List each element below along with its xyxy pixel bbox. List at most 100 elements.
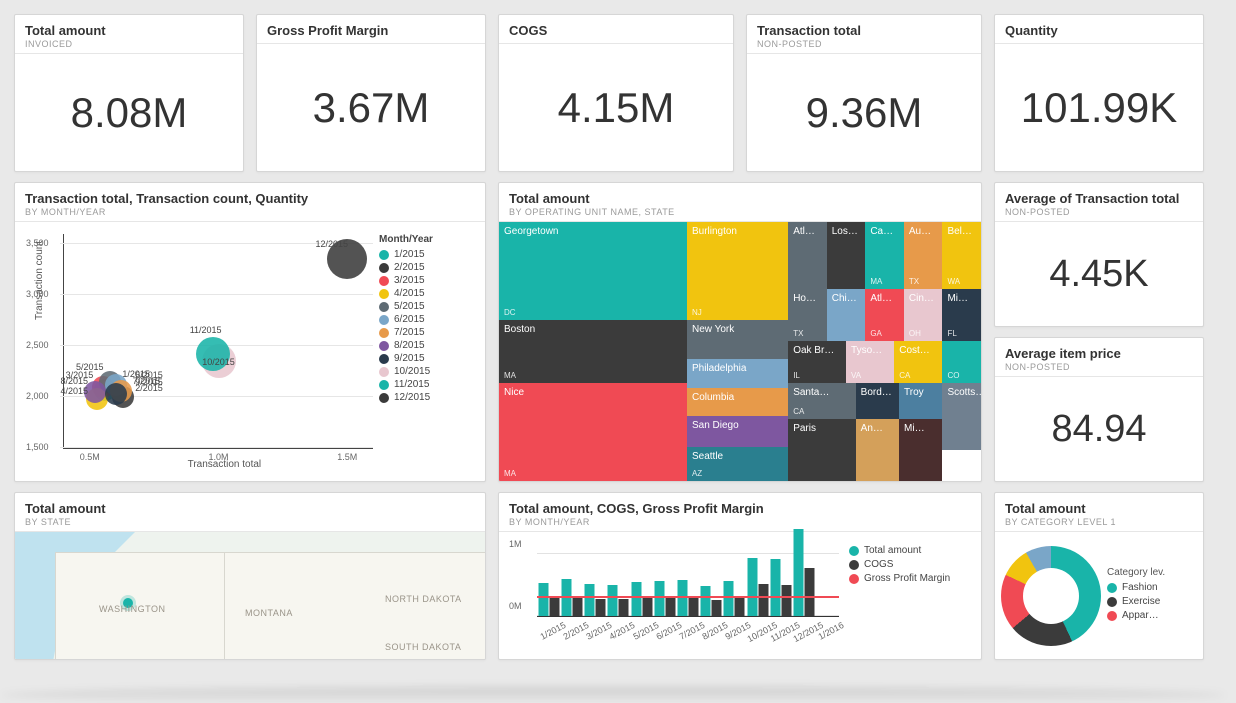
bar[interactable] [654, 581, 664, 616]
bar[interactable] [724, 581, 734, 616]
bar[interactable] [712, 600, 722, 616]
treemap-cell[interactable]: Au…TX [904, 222, 943, 289]
legend-item[interactable]: Appar… [1107, 610, 1197, 621]
treemap-cell[interactable]: BostonMA [499, 320, 687, 382]
barline-plot[interactable]: 0M1M1/20152/20153/20154/20155/20156/2015… [537, 542, 839, 617]
bar-group[interactable] [794, 529, 815, 617]
legend-item[interactable]: 6/2015 [379, 314, 475, 325]
bar-group[interactable] [538, 583, 559, 616]
bar-group[interactable] [724, 581, 745, 616]
bar[interactable] [585, 584, 595, 616]
legend-item[interactable]: 8/2015 [379, 340, 475, 351]
bar[interactable] [747, 558, 757, 616]
treemap-cell[interactable]: GeorgetownDC [499, 222, 687, 320]
kpi-avg-item-price[interactable]: Average item price NON-POSTED 84.94 [994, 337, 1204, 482]
kpi-transaction-total[interactable]: Transaction total NON-POSTED 9.36M [746, 14, 982, 172]
treemap-cell[interactable]: Santa…CA [788, 383, 855, 419]
bar[interactable] [701, 586, 711, 616]
bar[interactable] [619, 599, 629, 616]
bar-group[interactable] [747, 558, 768, 616]
legend-item[interactable]: 10/2015 [379, 366, 475, 377]
bar[interactable] [735, 597, 745, 616]
treemap-body[interactable]: GeorgetownDCBostonMANiceMABurlingtonNJNe… [499, 222, 981, 481]
bar-group[interactable] [561, 579, 582, 616]
kpi-gross-profit-margin[interactable]: Gross Profit Margin 3.67M [256, 14, 486, 172]
treemap-cell[interactable]: Columbia [687, 388, 788, 416]
bar[interactable] [781, 585, 791, 617]
treemap-cell[interactable]: Cin…OH [904, 289, 943, 341]
legend-item[interactable]: 2/2015 [379, 262, 475, 273]
bar[interactable] [538, 583, 548, 616]
bar-group[interactable] [585, 584, 606, 616]
treemap-cell[interactable]: Paris [788, 419, 855, 481]
bar[interactable] [770, 559, 780, 616]
bar[interactable] [689, 596, 699, 616]
treemap-cell[interactable]: Scotts… [942, 383, 981, 450]
treemap-cell[interactable]: Cost…CA [894, 341, 942, 382]
treemap-cell[interactable]: CO [942, 341, 981, 382]
kpi-quantity[interactable]: Quantity 101.99K [994, 14, 1204, 172]
donut-ring[interactable] [1001, 546, 1101, 646]
legend-item[interactable]: 4/2015 [379, 288, 475, 299]
map-body[interactable]: WASHINGTON MONTANA NORTH DAKOTA SOUTH DA… [15, 532, 485, 659]
treemap-cell[interactable]: Philadelphia [687, 359, 788, 387]
bar[interactable] [805, 568, 815, 616]
bar-group[interactable] [678, 580, 699, 616]
legend-item[interactable]: 7/2015 [379, 327, 475, 338]
bar-group[interactable] [701, 586, 722, 616]
chart-treemap[interactable]: Total amount BY OPERATING UNIT NAME, STA… [498, 182, 982, 482]
treemap-cell[interactable]: SeattleAZ [687, 447, 788, 481]
legend-item[interactable]: Exercise [1107, 596, 1197, 607]
bar[interactable] [561, 579, 571, 616]
chart-map[interactable]: Total amount BY STATE WASHINGTON MONTANA… [14, 492, 486, 660]
bar[interactable] [596, 599, 606, 617]
kpi-avg-transaction-total[interactable]: Average of Transaction total NON-POSTED … [994, 182, 1204, 327]
treemap-cell[interactable]: Mi… [899, 419, 942, 481]
bar-group[interactable] [654, 581, 675, 616]
bar-group[interactable] [608, 585, 629, 616]
treemap-cell[interactable]: Bel…WA [942, 222, 981, 289]
treemap-cell[interactable]: Chi… [827, 289, 866, 341]
treemap-cell[interactable]: Los… [827, 222, 866, 289]
legend-item[interactable]: 12/2015 [379, 392, 475, 403]
treemap-cell[interactable]: Bord… [856, 383, 899, 419]
treemap-cell[interactable]: Mi…FL [942, 289, 981, 341]
legend-item[interactable]: 1/2015 [379, 249, 475, 260]
treemap-cell[interactable]: Troy [899, 383, 942, 419]
barline-legend: Total amount COGS Gross Profit Margin [843, 538, 973, 657]
treemap-cell[interactable]: Ca…MA [865, 222, 904, 289]
bar-group[interactable] [631, 582, 652, 616]
bar[interactable] [572, 596, 582, 616]
bar[interactable] [549, 598, 559, 616]
bar[interactable] [631, 582, 641, 616]
legend-item[interactable]: 3/2015 [379, 275, 475, 286]
legend-item[interactable]: 9/2015 [379, 353, 475, 364]
treemap-cell[interactable]: Ho…TX [788, 289, 827, 341]
legend-item[interactable]: 5/2015 [379, 301, 475, 312]
bar[interactable] [642, 597, 652, 616]
treemap-cell[interactable]: Atl…GA [865, 289, 904, 341]
kpi-cogs[interactable]: COGS 4.15M [498, 14, 734, 172]
treemap-cell[interactable]: New York [687, 320, 788, 359]
bar[interactable] [665, 597, 675, 616]
legend-item[interactable]: 11/2015 [379, 379, 475, 390]
bar[interactable] [758, 584, 768, 616]
bar[interactable] [794, 529, 804, 617]
treemap-cell[interactable]: Tyso…VA [846, 341, 894, 382]
bar[interactable] [678, 580, 688, 616]
treemap-cell[interactable]: Oak Br…IL [788, 341, 846, 382]
treemap-cell[interactable]: San Diego [687, 416, 788, 447]
treemap-cell[interactable]: Atl… [788, 222, 827, 289]
kpi-total-amount[interactable]: Total amount INVOICED 8.08M [14, 14, 244, 172]
bubble-plot[interactable]: Transaction count Transaction total 1,50… [63, 234, 373, 449]
bubble-point[interactable] [105, 383, 127, 405]
chart-donut[interactable]: Total amount BY CATEGORY LEVEL 1 Categor… [994, 492, 1204, 660]
treemap-cell[interactable]: NiceMA [499, 383, 687, 481]
legend-item[interactable]: Fashion [1107, 582, 1197, 593]
bar-group[interactable] [770, 559, 791, 616]
bar[interactable] [608, 585, 618, 616]
treemap-cell[interactable]: An… [856, 419, 899, 481]
treemap-cell[interactable]: BurlingtonNJ [687, 222, 788, 320]
chart-barline[interactable]: Total amount, COGS, Gross Profit Margin … [498, 492, 982, 660]
chart-bubble[interactable]: Transaction total, Transaction count, Qu… [14, 182, 486, 482]
